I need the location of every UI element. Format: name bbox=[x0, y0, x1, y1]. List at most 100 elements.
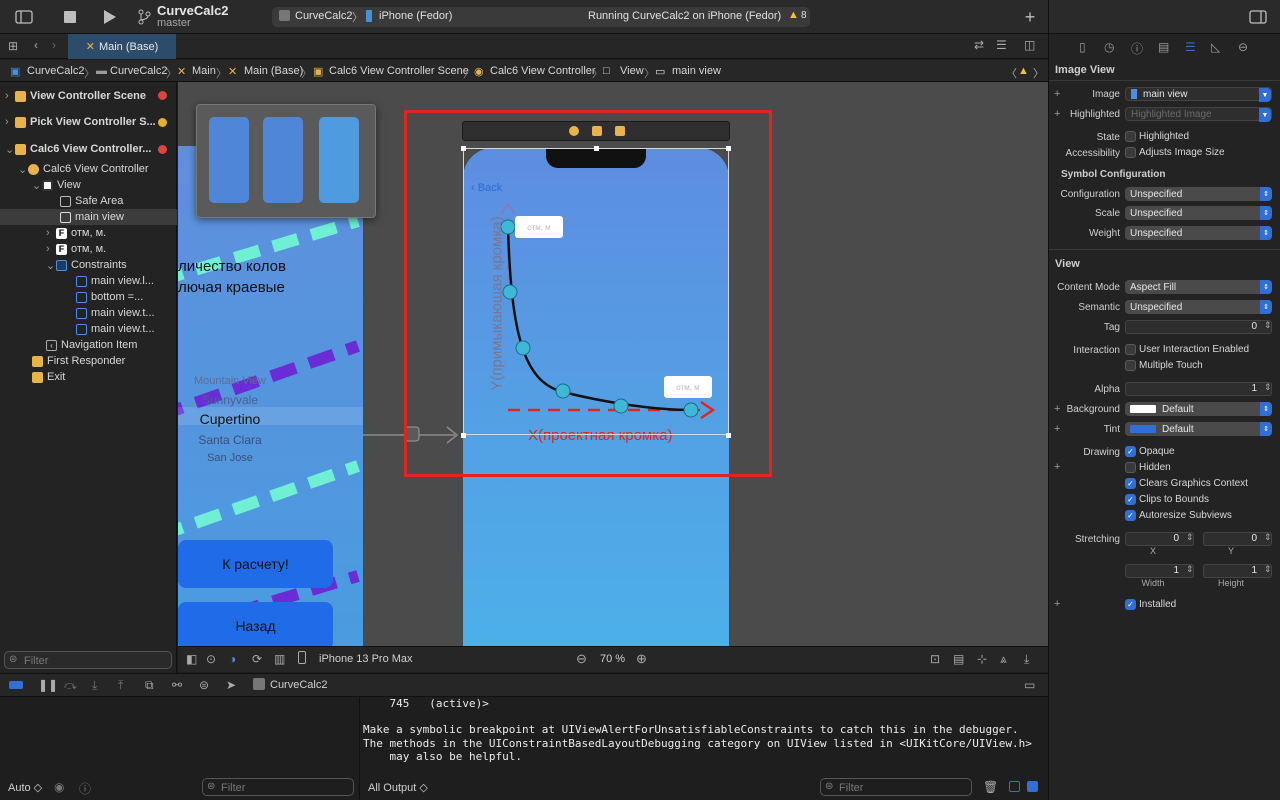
device-name[interactable]: iPhone 13 Pro Max bbox=[319, 653, 413, 665]
environment-overrides-icon[interactable]: ⊜ bbox=[199, 678, 209, 692]
outline-item-constraint[interactable]: bottom =... bbox=[76, 289, 143, 305]
pause-icon[interactable]: ❚❚ bbox=[38, 678, 58, 692]
file-inspector-icon[interactable]: ▯ bbox=[1079, 40, 1086, 54]
resize-handle[interactable] bbox=[594, 146, 599, 151]
step-out-icon[interactable]: ⤒ bbox=[118, 678, 123, 693]
zoom-in-icon[interactable]: ⊕ bbox=[636, 651, 647, 667]
stepper-icon[interactable]: ⇕ bbox=[1186, 564, 1194, 575]
warning-badge-icon[interactable] bbox=[158, 118, 167, 127]
scene-thumbnail[interactable] bbox=[319, 117, 359, 203]
breadcrumb-item[interactable]: Main (Base) bbox=[244, 65, 303, 77]
outline-item-main-view[interactable]: main view bbox=[60, 209, 124, 225]
breadcrumb-item[interactable]: Main bbox=[192, 65, 216, 77]
configuration-select[interactable]: Unspecified ⇕ bbox=[1125, 187, 1272, 201]
stepper-icon[interactable]: ⇕ bbox=[1264, 382, 1272, 393]
outline-item-label[interactable]: › F отм, м. bbox=[46, 225, 106, 241]
split-editor-icon[interactable]: ◫ bbox=[1024, 38, 1035, 52]
clears-graphics-checkbox[interactable]: ✓ bbox=[1125, 478, 1136, 489]
attributes-inspector-icon[interactable]: ☰ bbox=[1185, 40, 1196, 54]
output-mode-select[interactable]: All Output ◇ bbox=[368, 781, 428, 794]
adjusts-image-size-checkbox[interactable] bbox=[1125, 147, 1136, 158]
stepper-icon[interactable]: ⇕ bbox=[1264, 564, 1272, 575]
show-console-icon[interactable] bbox=[1027, 781, 1038, 792]
outline-toggle-icon[interactable]: ◧ bbox=[186, 652, 197, 666]
alpha-field[interactable]: 1 bbox=[1125, 382, 1272, 396]
inspector-toggle-icon[interactable] bbox=[1248, 7, 1268, 27]
zoom-level[interactable]: 70 % bbox=[600, 653, 625, 665]
outline-item-calc6-controller[interactable]: ⌄ Calc6 View Controller bbox=[18, 161, 149, 177]
refresh-icon[interactable]: ⇄ bbox=[974, 38, 984, 52]
info-icon[interactable]: ⓘ bbox=[79, 780, 91, 797]
installed-checkbox[interactable]: ✓ bbox=[1125, 599, 1136, 610]
disclosure-right-icon[interactable]: › bbox=[5, 116, 15, 128]
outline-item-calc6-scene[interactable]: ⌄ Calc6 View Controller... bbox=[5, 141, 151, 157]
scale-select[interactable]: Unspecified ⇕ bbox=[1125, 206, 1272, 220]
outline-item-view[interactable]: ⌄ View bbox=[32, 177, 81, 193]
stretch-x-field[interactable]: 0 bbox=[1125, 532, 1194, 546]
debug-target[interactable]: CurveCalc2 bbox=[270, 679, 327, 691]
layout-icon[interactable]: ▥ bbox=[274, 652, 285, 666]
scene-thumbnail[interactable] bbox=[263, 117, 303, 203]
show-variables-icon[interactable] bbox=[1009, 781, 1020, 792]
resize-handle[interactable] bbox=[461, 146, 466, 151]
tag-field[interactable]: 0 bbox=[1125, 320, 1272, 334]
scene-thumbnails-popover[interactable] bbox=[196, 104, 376, 218]
outline-item-constraint[interactable]: main view.t... bbox=[76, 305, 155, 321]
embed-in-icon[interactable]: ⤓ bbox=[1024, 652, 1029, 667]
add-constraints-icon[interactable]: ⊹ bbox=[977, 652, 987, 666]
editor-options-icon[interactable]: ☰ bbox=[996, 38, 1007, 52]
eye-icon[interactable]: ◉ bbox=[54, 780, 64, 794]
stretch-height-field[interactable]: 1 bbox=[1203, 564, 1272, 578]
device-icon[interactable] bbox=[298, 651, 306, 664]
picker-row-selected[interactable]: Cupertino bbox=[178, 411, 282, 427]
outline-item-label[interactable]: › F отм, м. bbox=[46, 241, 106, 257]
outline-item-constraint[interactable]: main view.l... bbox=[76, 273, 154, 289]
memory-graph-icon[interactable]: ⚯ bbox=[172, 678, 182, 692]
outline-item-exit[interactable]: Exit bbox=[32, 369, 65, 385]
stepper-icon[interactable]: ⇕ bbox=[1264, 532, 1272, 543]
disclosure-down-icon[interactable]: ⌄ bbox=[32, 179, 42, 192]
connections-inspector-icon[interactable]: ⊖ bbox=[1238, 40, 1248, 54]
error-badge-icon[interactable] bbox=[158, 91, 167, 100]
variables-mode-select[interactable]: Auto ◇ bbox=[8, 781, 42, 794]
stepper-icon[interactable]: ⇕ bbox=[1186, 532, 1194, 543]
picker-row[interactable]: San Jose bbox=[178, 452, 282, 464]
variables-filter-field[interactable]: ⊜ Filter bbox=[202, 778, 354, 796]
clips-to-bounds-checkbox[interactable]: ✓ bbox=[1125, 494, 1136, 505]
weight-select[interactable]: Unspecified ⇕ bbox=[1125, 226, 1272, 240]
appearance-icon[interactable]: ⊙ bbox=[206, 652, 216, 666]
tab-main-base[interactable]: ✕ Main (Base) bbox=[68, 34, 176, 59]
zoom-out-icon[interactable]: ⊖ bbox=[576, 651, 587, 667]
disclosure-right-icon[interactable]: › bbox=[46, 227, 56, 239]
multiple-touch-checkbox[interactable] bbox=[1125, 360, 1136, 371]
console-filter-field[interactable]: ⊜ Filter bbox=[820, 778, 972, 796]
stop-icon[interactable] bbox=[60, 7, 80, 27]
resolve-issues-icon[interactable]: ⩓ bbox=[1000, 652, 1007, 667]
history-inspector-icon[interactable]: ◷ bbox=[1104, 40, 1114, 54]
resize-handle[interactable] bbox=[726, 146, 731, 151]
breadcrumb-item[interactable]: Calc6 View Controller Scene bbox=[329, 65, 469, 77]
warning-count[interactable]: 8 bbox=[801, 10, 807, 21]
add-variation-icon[interactable]: + bbox=[1054, 461, 1060, 473]
chevron-down-icon[interactable]: ▼ bbox=[1259, 108, 1271, 122]
resize-handle[interactable] bbox=[726, 433, 731, 438]
disclosure-down-icon[interactable]: ⌄ bbox=[18, 163, 28, 176]
update-frames-icon[interactable]: ⊡ bbox=[930, 652, 940, 666]
disclosure-right-icon[interactable]: › bbox=[46, 243, 56, 255]
semantic-select[interactable]: Unspecified ⇕ bbox=[1125, 300, 1272, 314]
hidden-checkbox[interactable] bbox=[1125, 462, 1136, 473]
help-inspector-icon[interactable]: ⓘ bbox=[1131, 40, 1143, 57]
forward-arrow-icon[interactable]: › bbox=[52, 38, 56, 52]
error-badge-icon[interactable] bbox=[158, 145, 167, 154]
disclosure-right-icon[interactable]: › bbox=[5, 90, 15, 102]
disclosure-down-icon[interactable]: ⌄ bbox=[46, 259, 56, 272]
dark-mode-icon[interactable]: ◑ bbox=[229, 652, 236, 666]
stepper-icon[interactable]: ⇕ bbox=[1264, 320, 1272, 331]
storyboard-canvas[interactable]: личество колов лючая краевые Mountain Vi… bbox=[178, 82, 1048, 646]
picker-row[interactable]: Sunnyvale bbox=[178, 393, 282, 407]
resize-handle[interactable] bbox=[461, 433, 466, 438]
scheme-target[interactable]: CurveCalc2 bbox=[295, 10, 352, 22]
step-over-icon[interactable]: ⤼ bbox=[64, 678, 77, 693]
outline-item-pick-view-controller[interactable]: › Pick View Controller S... bbox=[5, 114, 156, 130]
orientation-icon[interactable]: ⟳ bbox=[252, 652, 262, 666]
